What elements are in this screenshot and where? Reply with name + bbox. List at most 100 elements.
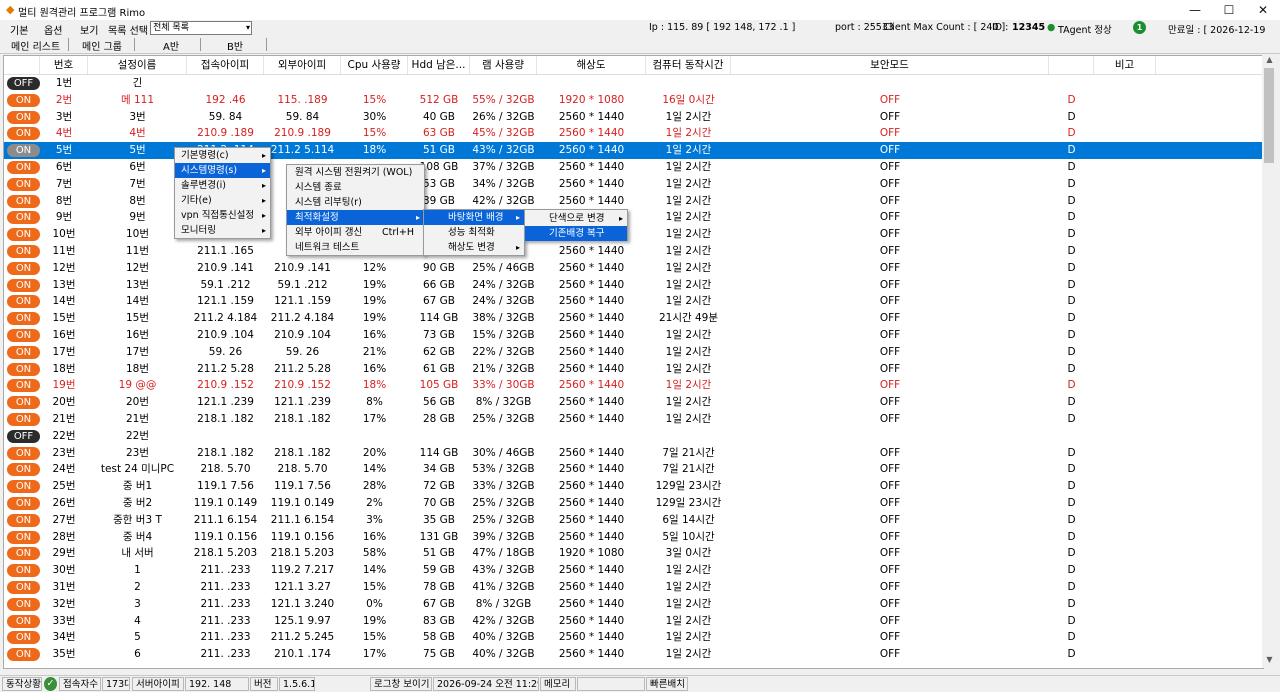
power-toggle[interactable]: ON (7, 144, 40, 158)
menu-reboot[interactable]: 시스템 리부팅(r) (287, 195, 424, 210)
table-row[interactable]: ON 31번 2 211. .233 121.1 3.27 15% 78 GB 41% / … (4, 579, 1263, 596)
menu-vpn-direct[interactable]: vpn 직접통신설정 ▸ (175, 208, 270, 223)
column-header[interactable]: 보안모드 (731, 56, 1049, 74)
power-toggle[interactable]: ON (7, 295, 40, 309)
power-toggle[interactable]: ON (7, 228, 40, 242)
column-header[interactable] (4, 56, 40, 74)
menu-list-select[interactable]: 목록 선택 (108, 22, 148, 37)
table-row[interactable]: ON 28번 중 버4 119.1 0.156 119.1 0.156 16% 131 GB… (4, 529, 1263, 546)
notification-badge[interactable]: 1 (1133, 21, 1146, 34)
power-toggle[interactable]: ON (7, 261, 40, 275)
table-row[interactable]: ON 26번 중 버2 119.1 0.149 119.1 0.149 2% 70 GB 25… (4, 495, 1263, 512)
menu-solution-change[interactable]: 솔루변경(i) ▸ (175, 178, 270, 193)
table-row[interactable]: ON 30번 1 211. .233 119.2 7.217 14% 59 GB 43% /… (4, 562, 1263, 579)
menu-monitoring[interactable]: 모니터링 ▸ (175, 223, 270, 238)
column-header[interactable]: 설정이름 (88, 56, 187, 74)
column-header[interactable]: 컴퓨터 동작시간 (646, 56, 731, 74)
power-toggle[interactable]: ON (7, 480, 40, 494)
power-toggle[interactable]: ON (7, 463, 40, 477)
log-window-button[interactable]: 로그창 보이기 (370, 677, 432, 691)
menu-restore-background[interactable]: 기존배경 복구 (525, 226, 627, 241)
column-header[interactable] (1049, 56, 1094, 74)
table-row[interactable]: ON 18번 18번 211.2 5.28 211.2 5.28 16% 61 GB 21% … (4, 361, 1263, 378)
column-header[interactable]: 램 사용량 (470, 56, 537, 74)
power-toggle[interactable]: ON (7, 211, 40, 225)
table-row[interactable]: ON 35번 6 211. .233 210.1 .174 17% 75 GB 40% / … (4, 646, 1263, 663)
menu-basic-commands[interactable]: 기본명령(c) ▸ (175, 148, 270, 163)
menu-resolution-change[interactable]: 해상도 변경 ▸ (424, 240, 524, 255)
menu-wol[interactable]: 원격 시스템 전원켜기 (WOL) (287, 165, 424, 180)
power-toggle[interactable]: ON (7, 245, 40, 258)
scroll-down-icon[interactable]: ▼ (1262, 655, 1277, 667)
power-toggle[interactable]: ON (7, 194, 40, 208)
power-toggle[interactable]: ON (7, 127, 40, 141)
minimize-button[interactable]: — (1178, 0, 1212, 20)
power-toggle[interactable]: ON (7, 177, 40, 191)
power-toggle[interactable]: ON (7, 161, 40, 174)
scroll-thumb[interactable] (1264, 68, 1274, 163)
column-header[interactable]: 접속아이피 (187, 56, 264, 74)
menu-desktop-background[interactable]: 바탕화면 배경 ▸ (424, 210, 524, 225)
power-toggle[interactable]: ON (7, 93, 40, 107)
tab-main-list[interactable]: 메인 리스트 (11, 38, 60, 53)
power-toggle[interactable]: ON (7, 396, 40, 410)
power-toggle[interactable]: ON (7, 362, 40, 376)
menu-performance-optimize[interactable]: 성능 최적화 (424, 225, 524, 240)
maximize-button[interactable]: ☐ (1212, 0, 1246, 20)
power-toggle[interactable]: ON (7, 547, 40, 561)
quick-deploy-button[interactable]: 빠른배치 (646, 677, 688, 691)
power-toggle[interactable]: ON (7, 312, 40, 326)
menu-view[interactable]: 보기 (80, 22, 98, 37)
column-header[interactable]: 외부아이피 (264, 56, 341, 74)
power-toggle[interactable]: ON (7, 513, 40, 527)
tab-class-b[interactable]: B반 (227, 38, 243, 53)
power-toggle[interactable]: OFF (7, 77, 40, 90)
table-row[interactable]: ON 34번 5 211. .233 211.2 5.245 15% 58 GB 40% /… (4, 629, 1263, 646)
power-toggle[interactable]: ON (7, 278, 40, 292)
list-select-combo[interactable]: 전체 목록 ▾ (150, 21, 252, 35)
table-row[interactable]: ON 25번 중 버1 119.1 7.56 119.1 7.56 28% 72 GB 33%… (4, 478, 1263, 495)
vertical-scrollbar[interactable]: ▲ ▼ (1262, 55, 1277, 668)
table-row[interactable]: ON 16번 16번 210.9 .104 210.9 .104 16% 73 GB 15% … (4, 327, 1263, 344)
menu-network-test[interactable]: 네트워크 테스트 (287, 240, 424, 255)
table-row[interactable]: ON 20번 20번 121.1 .239 121.1 .239 8% 56 GB 8% / … (4, 394, 1263, 411)
table-row[interactable]: ON 12번 12번 210.9 .141 210.9 .141 12% 90 GB 25% … (4, 260, 1263, 277)
power-toggle[interactable]: ON (7, 597, 40, 611)
power-toggle[interactable]: ON (7, 329, 40, 342)
table-row[interactable]: ON 33번 4 211. .233 125.1 9.97 19% 83 GB 42% / … (4, 613, 1263, 630)
menu-refresh-ext-ip[interactable]: 외부 아이피 갱신 Ctrl+H (287, 225, 424, 240)
table-row[interactable]: ON 32번 3 211. .233 121.1 3.240 0% 67 GB 8% / 3… (4, 596, 1263, 613)
column-header[interactable]: Cpu 사용량 (341, 56, 408, 74)
table-row[interactable]: ON 21번 21번 218.1 .182 218.1 .182 17% 28 GB 25% … (4, 411, 1263, 428)
menu-etc[interactable]: 기타(e) ▸ (175, 193, 270, 208)
menu-system-commands[interactable]: 시스템명령(s) ▸ (175, 163, 270, 178)
menu-shutdown[interactable]: 시스템 종료 (287, 180, 424, 195)
column-header[interactable]: Hdd 남은... (408, 56, 470, 74)
table-row[interactable]: ON 13번 13번 59.1 .212 59.1 .212 19% 66 GB 24% / … (4, 277, 1263, 294)
power-toggle[interactable]: ON (7, 581, 40, 594)
table-row[interactable]: ON 2번 메 111 192 .46 115. .189 15% 512 GB 55% / … (4, 92, 1263, 109)
power-toggle[interactable]: ON (7, 614, 40, 628)
table-row[interactable]: ON 19번 19 @@ 210.9 .152 210.9 .152 18% 105 GB 3… (4, 377, 1263, 394)
menu-optimize[interactable]: 최적화설정 ▸ (287, 210, 424, 225)
table-row[interactable]: ON 29번 내 서버 218.1 5.203 218.1 5.203 58% 51 GB 4… (4, 545, 1263, 562)
table-row[interactable]: ON 17번 17번 59. 26 59. 26 21% 62 GB 22% / 32GB 25… (4, 344, 1263, 361)
scroll-up-icon[interactable]: ▲ (1262, 55, 1277, 67)
power-toggle[interactable]: ON (7, 564, 40, 578)
power-toggle[interactable]: ON (7, 345, 40, 359)
table-row[interactable]: ON 23번 23번 218.1 .182 218.1 .182 20% 114 GB 30%… (4, 445, 1263, 462)
power-toggle[interactable]: ON (7, 530, 40, 544)
table-row[interactable]: ON 15번 15번 211.2 4.184 211.2 4.184 19% 114 GB 3… (4, 310, 1263, 327)
power-toggle[interactable]: ON (7, 413, 40, 426)
table-row[interactable]: ON 3번 3번 59. 84 59. 84 30% 40 GB 26% / 32GB 2560… (4, 109, 1263, 126)
power-toggle[interactable]: ON (7, 446, 40, 460)
menu-solid-color[interactable]: 단색으로 변경 ▸ (525, 211, 627, 226)
column-header[interactable]: 번호 (40, 56, 88, 74)
table-row[interactable]: ON 27번 중한 버3 T 211.1 6.154 211.1 6.154 3% 35 G… (4, 512, 1263, 529)
power-toggle[interactable]: ON (7, 110, 40, 124)
power-toggle[interactable]: OFF (7, 429, 40, 443)
menu-basic[interactable]: 기본 (10, 22, 28, 37)
table-row[interactable]: ON 24번 test 24 미니PC 218. 5.70 218. 5.70 14% 34… (4, 461, 1263, 478)
close-button[interactable]: ✕ (1246, 0, 1280, 20)
table-row[interactable]: ON 4번 4번 210.9 .189 210.9 .189 15% 63 GB 45% / … (4, 125, 1263, 142)
